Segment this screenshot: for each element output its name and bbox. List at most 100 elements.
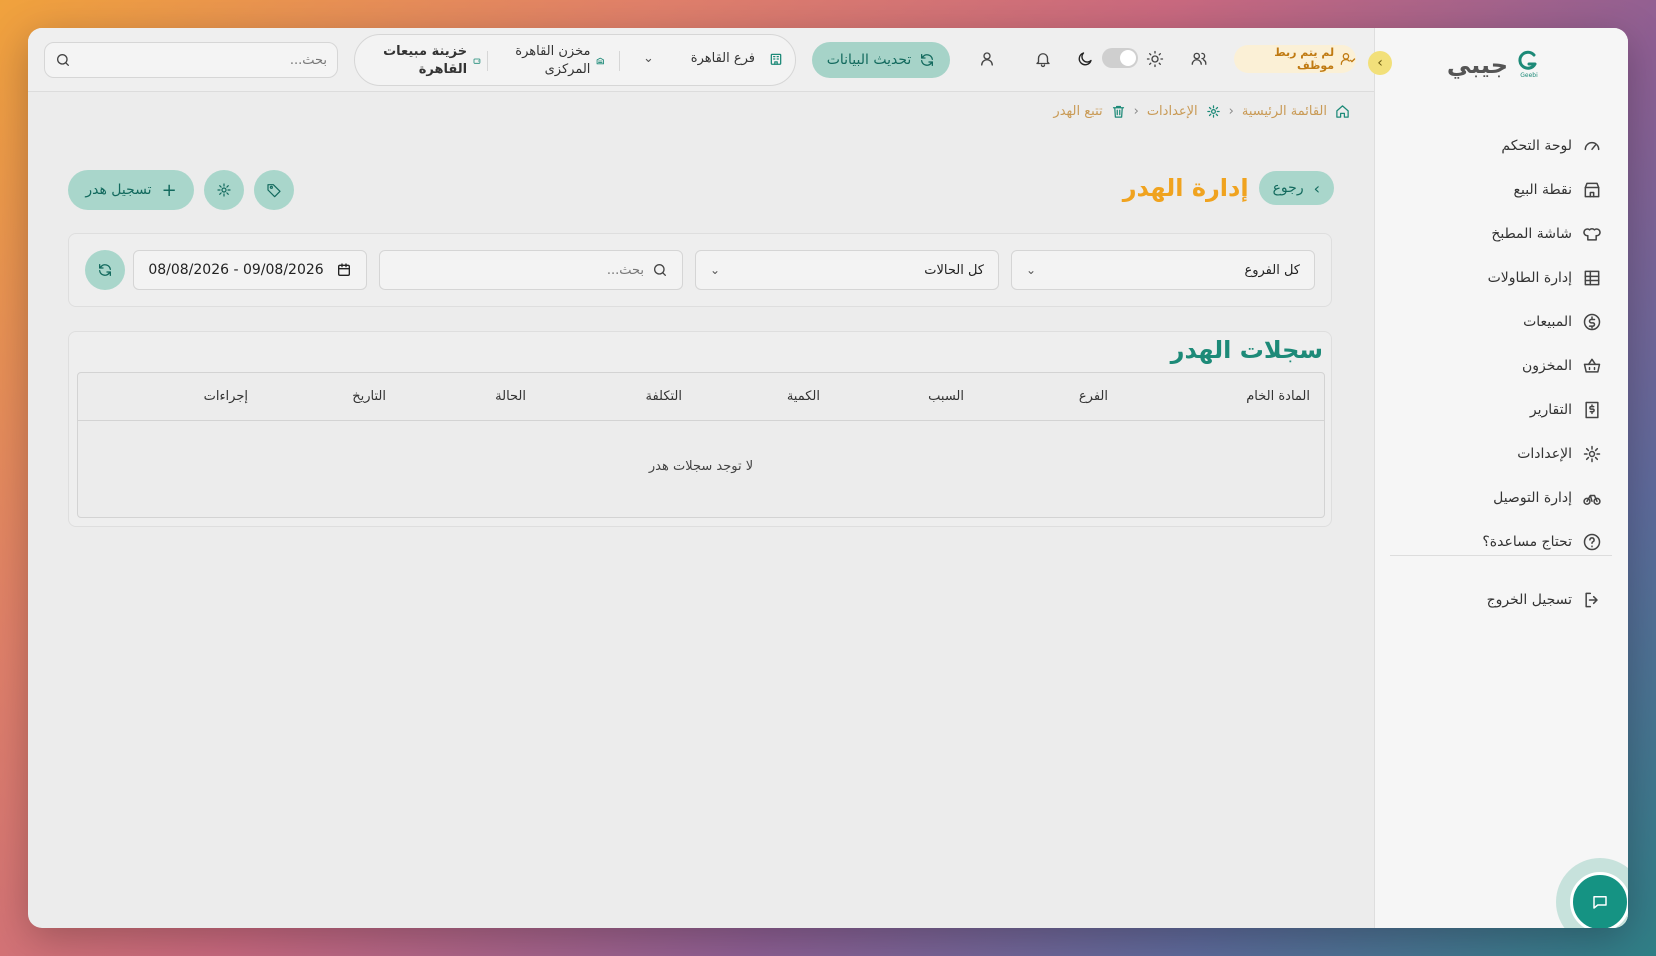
brand-name: جيبي (1446, 51, 1508, 79)
filters-refresh-button[interactable] (85, 250, 125, 290)
sun-icon (1144, 48, 1166, 70)
refresh-data-button[interactable]: تحديث البيانات (812, 42, 950, 78)
treasury-label: خزينة مبيعات القاهرة (383, 44, 468, 77)
table-icon (1584, 270, 1600, 286)
page-actions: + تسجيل هدر (68, 170, 294, 210)
breadcrumb: القائمة الرئيسية ‹ الإعدادات ‹ تتبع الهد… (1053, 104, 1350, 119)
building-icon (770, 53, 782, 65)
store-icon (1584, 182, 1600, 198)
warehouse-selector[interactable]: مخزن القاهرة المركزى (501, 43, 605, 78)
tag-icon (267, 184, 281, 198)
brand-logo-icon: Geebi (1518, 50, 1540, 80)
sidebar-divider (1390, 555, 1612, 556)
back-button[interactable]: › رجوع (1258, 171, 1334, 205)
theme-toggle[interactable] (1102, 48, 1138, 68)
chevron-left-icon: ‹ (1377, 55, 1383, 71)
logout-button[interactable]: تسجيل الخروج (1487, 578, 1602, 622)
sidebar-item-help[interactable]: تحتاج مساعدة؟ (1390, 520, 1602, 564)
column-header: التاريخ (352, 389, 386, 404)
column-header: الفرع (1078, 389, 1108, 404)
sidebar-item-pos[interactable]: نقطة البيع (1390, 168, 1602, 212)
date-range-value: 08/08/2026 - 09/08/2026 (148, 262, 324, 278)
receipt-icon (1585, 401, 1599, 419)
sidebar-item-dashboard[interactable]: لوحة التحكم (1390, 124, 1602, 168)
logout-label: تسجيل الخروج (1486, 592, 1572, 608)
gear-icon (1206, 105, 1220, 118)
global-search-input[interactable]: بحث... (44, 42, 338, 78)
status-filter-select[interactable]: كل الحالات ⌄ (695, 250, 999, 290)
date-range-picker[interactable]: 08/08/2026 - 09/08/2026 (133, 250, 367, 290)
sidebar-item-reports[interactable]: التقارير (1390, 388, 1602, 432)
moon-icon (1074, 48, 1096, 70)
basket-icon (1583, 358, 1601, 373)
app-window: Geebi جيبي لوحة التحكم نقطة البيع شاشة ا… (28, 28, 1628, 928)
chat-button-inner (1570, 872, 1628, 928)
branch-selector[interactable]: فرع القاهرة ⌄ (643, 51, 783, 66)
breadcrumb-current: تتبع الهدر (1053, 104, 1103, 119)
trash-icon (1112, 105, 1124, 118)
record-waste-button[interactable]: + تسجيل هدر (68, 170, 194, 210)
users-button[interactable] (1188, 48, 1210, 70)
sidebar-item-label: إدارة الطاولات (1487, 270, 1572, 286)
branch-filter-value: كل الفروع (1244, 262, 1300, 278)
search-icon (57, 54, 69, 66)
employee-link-badge[interactable]: لم يتم ربط موظف (1234, 45, 1356, 73)
chevron-left-icon: ‹ (1133, 104, 1139, 119)
sidebar-item-tables[interactable]: إدارة الطاولات (1390, 256, 1602, 300)
status-filter-value: كل الحالات (924, 262, 984, 278)
waste-reasons-button[interactable] (254, 170, 294, 210)
record-waste-label: تسجيل هدر (85, 182, 152, 198)
column-header: التكلفة (645, 389, 682, 404)
sidebar-item-label: إدارة التوصيل (1493, 490, 1572, 506)
help-icon (1583, 533, 1601, 551)
sidebar-item-settings[interactable]: الإعدادات (1390, 432, 1602, 476)
global-search-placeholder: بحث... (289, 52, 327, 68)
waste-records-card: سجلات الهدر المادة الخام الفرع السبب الك… (68, 331, 1332, 527)
user-icon (981, 52, 993, 66)
brand: Geebi جيبي (1447, 50, 1540, 80)
sidebar-item-label: نقطة البيع (1513, 182, 1572, 198)
column-header: المادة الخام (1246, 389, 1310, 404)
sidebar-nav: لوحة التحكم نقطة البيع شاشة المطبخ إدارة… (1390, 124, 1602, 564)
sidebar: Geebi جيبي لوحة التحكم نقطة البيع شاشة ا… (1374, 28, 1628, 928)
gear-icon (1583, 445, 1601, 463)
page-title: إدارة الهدر (1122, 174, 1249, 202)
chevron-down-icon: ⌄ (1026, 263, 1037, 277)
breadcrumb-home[interactable]: القائمة الرئيسية (1242, 104, 1327, 119)
chevron-left-icon: ‹ (1228, 104, 1234, 119)
notifications-button[interactable] (1032, 48, 1054, 70)
breadcrumb-settings[interactable]: الإعدادات (1147, 104, 1198, 119)
waste-settings-button[interactable] (204, 170, 244, 210)
empty-state: لا توجد سجلات هدر (648, 459, 754, 474)
waste-search-input[interactable]: بحث... (379, 250, 683, 290)
sidebar-item-sales[interactable]: المبيعات (1390, 300, 1602, 344)
refresh-icon (99, 264, 111, 276)
sidebar-collapse-button[interactable]: ‹ (1368, 51, 1392, 75)
plus-icon: + (161, 179, 177, 201)
back-label: رجوع (1272, 180, 1304, 196)
topbar: بحث... خزينة مبيعات القاهرة مخزن القاهرة… (28, 28, 1374, 92)
chevron-down-icon: ⌄ (710, 263, 721, 277)
column-header: إجراءات (203, 389, 248, 404)
branch-label: فرع القاهرة (690, 51, 755, 66)
sidebar-item-delivery[interactable]: إدارة التوصيل (1390, 476, 1602, 520)
branch-filter-select[interactable]: كل الفروع ⌄ (1011, 250, 1315, 290)
divider (487, 51, 488, 71)
sidebar-item-kitchen[interactable]: شاشة المطبخ (1390, 212, 1602, 256)
chef-hat-icon (1583, 227, 1601, 241)
logout-icon (1585, 592, 1598, 608)
treasury-selector[interactable]: خزينة مبيعات القاهرة (377, 43, 481, 78)
column-header: الكمية (786, 389, 820, 404)
warehouse-icon (597, 57, 605, 64)
refresh-icon (921, 54, 934, 66)
chevron-right-icon: › (1313, 178, 1320, 198)
sidebar-item-label: شاشة المطبخ (1491, 226, 1572, 242)
message-icon (1593, 896, 1607, 909)
sidebar-item-label: المبيعات (1523, 314, 1572, 330)
waste-search-placeholder: بحث... (606, 262, 644, 278)
records-title: سجلات الهدر (1170, 336, 1323, 364)
search-icon (654, 264, 666, 276)
user-profile-button[interactable] (976, 48, 998, 70)
home-icon (1336, 105, 1349, 118)
sidebar-item-inventory[interactable]: المخزون (1390, 344, 1602, 388)
